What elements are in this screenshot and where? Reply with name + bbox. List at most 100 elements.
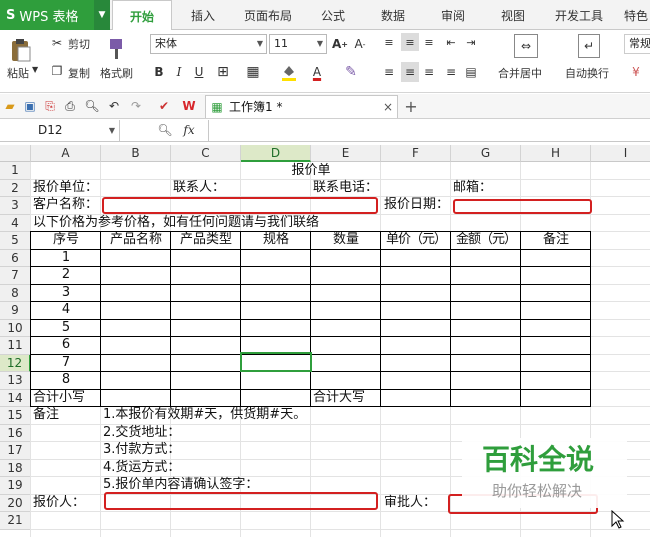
- indent-decrease-icon[interactable]: ⇤: [444, 34, 458, 50]
- label-total-upper: 合计大写: [313, 390, 366, 405]
- column-header-c[interactable]: C: [171, 145, 241, 162]
- copy-icon[interactable]: ❐: [49, 63, 65, 79]
- merge-center-icon[interactable]: ⇔: [514, 34, 538, 58]
- row-header-4[interactable]: 4: [0, 214, 31, 232]
- row-header-21[interactable]: 21: [0, 512, 31, 530]
- row-header-8[interactable]: 8: [0, 284, 31, 302]
- align-middle-icon[interactable]: ≡: [401, 33, 419, 51]
- bold-icon[interactable]: B: [152, 63, 166, 81]
- save-icon[interactable]: ▣: [22, 98, 38, 114]
- column-header-f[interactable]: F: [381, 145, 451, 162]
- wps-w-icon[interactable]: W: [180, 98, 198, 114]
- redo-icon[interactable]: ↷: [128, 98, 144, 114]
- wps-menu-button[interactable]: S WPS 表格 ▼: [0, 0, 110, 30]
- wrap-text-button[interactable]: 自动换行: [565, 65, 609, 81]
- column-header-d[interactable]: D: [241, 145, 311, 162]
- row-header-17[interactable]: 17: [0, 442, 31, 460]
- decrease-font-icon[interactable]: A-: [352, 34, 368, 54]
- row-header-14[interactable]: 14: [0, 389, 31, 407]
- row-header-3[interactable]: 3: [0, 197, 31, 215]
- print-preview-icon[interactable]: 🔍︎: [84, 98, 100, 114]
- italic-icon[interactable]: I: [172, 63, 186, 81]
- tab-special[interactable]: 特色: [616, 0, 650, 30]
- tab-insert[interactable]: 插入: [178, 0, 228, 30]
- tab-page-layout[interactable]: 页面布局: [236, 0, 300, 30]
- chevron-down-icon[interactable]: ▼: [32, 65, 38, 74]
- cut-button[interactable]: 剪切: [68, 36, 90, 52]
- format-painter-icon[interactable]: [104, 36, 128, 62]
- row-header-13[interactable]: 13: [0, 372, 31, 390]
- open-folder-icon[interactable]: ▰: [2, 98, 18, 114]
- export-pdf-icon[interactable]: ⎘: [42, 98, 58, 114]
- document-tab[interactable]: ▦ 工作簿1 * ×: [205, 95, 398, 118]
- new-tab-icon[interactable]: +: [402, 97, 420, 116]
- row-header-19[interactable]: 19: [0, 477, 31, 495]
- align-left-icon[interactable]: ≡: [382, 63, 396, 81]
- row-header-5[interactable]: 5: [0, 232, 31, 250]
- fill-color-icon[interactable]: [280, 61, 298, 83]
- column-header-g[interactable]: G: [451, 145, 521, 162]
- column-header-e[interactable]: E: [311, 145, 381, 162]
- clear-format-icon[interactable]: ✎: [342, 61, 360, 83]
- row-header-11[interactable]: 11: [0, 337, 31, 355]
- font-family-select[interactable]: 宋体 ▼: [150, 34, 267, 54]
- tab-developer[interactable]: 开发工具: [548, 0, 610, 30]
- justify-icon[interactable]: ≡: [444, 63, 458, 81]
- column-header-h[interactable]: H: [521, 145, 591, 162]
- distributed-icon[interactable]: ▤: [464, 63, 478, 81]
- header-amount: 金额（元）: [455, 232, 517, 247]
- font-size-select[interactable]: 11 ▼: [269, 34, 327, 54]
- border-icon[interactable]: ⊞: [214, 63, 232, 81]
- row-header-1[interactable]: 1: [0, 162, 31, 180]
- fx-icon[interactable]: fx: [180, 122, 198, 138]
- select-all-corner[interactable]: [0, 145, 31, 162]
- format-painter-button[interactable]: 格式刷: [100, 65, 133, 81]
- font-size-value: 11: [274, 37, 288, 50]
- column-header-b[interactable]: B: [101, 145, 171, 162]
- font-color-icon[interactable]: A: [308, 61, 326, 83]
- print-icon[interactable]: ⎙: [62, 98, 78, 114]
- column-header-a[interactable]: A: [31, 145, 101, 162]
- paste-button[interactable]: 粘贴: [7, 65, 29, 81]
- tab-home[interactable]: 开始: [112, 0, 172, 31]
- tab-review[interactable]: 审阅: [430, 0, 476, 30]
- align-right-icon[interactable]: ≡: [422, 63, 436, 81]
- row-header-9[interactable]: 9: [0, 302, 31, 320]
- paste-icon[interactable]: [8, 36, 34, 64]
- tab-data[interactable]: 数据: [370, 0, 416, 30]
- scissors-icon[interactable]: ✂: [49, 35, 65, 51]
- fill-pattern-icon[interactable]: ▦: [244, 63, 262, 81]
- formula-input[interactable]: [210, 121, 650, 140]
- header-seq: 序号: [52, 232, 79, 247]
- customize-toolbar-icon[interactable]: ✔: [156, 98, 172, 114]
- align-top-icon[interactable]: ≡: [382, 34, 396, 50]
- tab-view[interactable]: 视图: [490, 0, 536, 30]
- row-header-16[interactable]: 16: [0, 424, 31, 442]
- row-header-12[interactable]: 12: [0, 354, 31, 372]
- row-header-18[interactable]: 18: [0, 459, 31, 477]
- undo-icon[interactable]: ↶: [106, 98, 122, 114]
- align-bottom-icon[interactable]: ≡: [422, 34, 436, 50]
- row-header-7[interactable]: 7: [0, 267, 31, 285]
- name-box[interactable]: D12 ▼: [0, 120, 120, 141]
- selected-cell-d12[interactable]: [240, 352, 312, 372]
- copy-button[interactable]: 复制: [68, 65, 90, 81]
- zoom-icon[interactable]: 🔍︎: [157, 122, 173, 138]
- underline-icon[interactable]: U: [192, 63, 206, 81]
- merge-center-button[interactable]: 合并居中: [498, 65, 542, 81]
- row-header-10[interactable]: 10: [0, 319, 31, 337]
- currency-format-icon[interactable]: ¥: [628, 62, 644, 82]
- indent-increase-icon[interactable]: ⇥: [464, 34, 478, 50]
- column-header-i[interactable]: I: [591, 145, 650, 162]
- align-center-icon[interactable]: ≡: [401, 62, 419, 82]
- row-header-20[interactable]: 20: [0, 494, 31, 512]
- close-tab-icon[interactable]: ×: [381, 99, 395, 115]
- tab-formula[interactable]: 公式: [310, 0, 356, 30]
- number-format-select[interactable]: 常规: [624, 34, 650, 54]
- row-header-2[interactable]: 2: [0, 179, 31, 197]
- seq-cell: 4: [61, 302, 71, 317]
- row-header-6[interactable]: 6: [0, 249, 31, 267]
- increase-font-icon[interactable]: A +: [332, 34, 348, 54]
- row-header-15[interactable]: 15: [0, 407, 31, 425]
- wrap-text-icon[interactable]: ↵: [578, 34, 600, 58]
